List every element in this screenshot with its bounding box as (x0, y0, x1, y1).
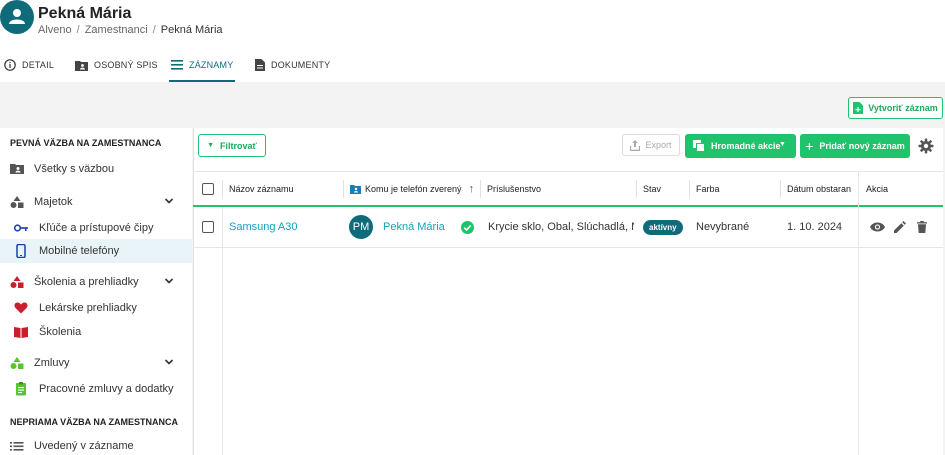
tab-bar: DETAIL OSOBNÝ SPIS ZÁZNAMY DOKUMENTY (0, 48, 945, 82)
breadcrumb-employees[interactable]: Zamestnanci (85, 24, 148, 36)
page-header: Pekná Mária Alveno / Zamestnanci / Pekná Már… (0, 0, 945, 48)
person-icon (9, 9, 25, 24)
column-header-assignee[interactable]: Komu je telefón zverený ↑ (350, 172, 474, 206)
export-icon (630, 139, 641, 151)
status-badge: aktívny (643, 219, 683, 235)
shapes-icon (10, 276, 24, 288)
bulk-actions-button[interactable]: Hromadné akcie ▼ (685, 134, 796, 158)
tab-documents[interactable]: DOKUMENTY (255, 48, 330, 82)
page-title: Pekná Mária (38, 5, 132, 22)
status-cell: aktívny (643, 207, 683, 247)
folder-person-icon (350, 185, 361, 194)
phone-icon (16, 244, 26, 258)
info-icon (4, 59, 16, 71)
sidebar-section-indirect: NEPRIAMA VÄZBA NA ZAMESTNANCA (10, 417, 178, 427)
add-document-icon (853, 102, 864, 114)
column-header-color[interactable]: Farba (696, 172, 720, 206)
list-icon (171, 60, 183, 70)
sidebar-item-trainings-inspections[interactable]: Školenia a prehliadky (0, 270, 192, 294)
folder-person-icon (75, 60, 88, 71)
book-icon (14, 327, 28, 338)
create-record-button[interactable]: Vytvoriť záznam (848, 97, 943, 119)
column-header-accessories[interactable]: Príslušenstvo (487, 172, 541, 206)
list-icon (10, 442, 24, 451)
record-name-link[interactable]: Samsung A30 (229, 207, 298, 247)
actions-cell (870, 207, 927, 247)
tab-detail[interactable]: DETAIL (4, 48, 54, 82)
chevron-down-icon[interactable] (164, 196, 174, 206)
export-button[interactable]: Export (622, 134, 680, 156)
add-record-button[interactable]: + Pridať nový záznam (800, 134, 910, 158)
copy-icon (693, 140, 705, 152)
sidebar: PEVNÁ VÄZBA NA ZAMESTNANCA Všetky s väzb… (0, 128, 192, 455)
table-row[interactable]: Samsung A30 PM Pekná Mária Krycie sklo, … (193, 207, 943, 248)
caret-down-icon: ▼ (207, 142, 215, 149)
edit-icon[interactable] (894, 221, 906, 233)
shapes-icon (10, 357, 24, 369)
sidebar-item-property[interactable]: Majetok (0, 190, 192, 214)
sidebar-item-keys[interactable]: Kľúče a prístupové čipy (0, 216, 192, 240)
folder-person-icon (10, 164, 24, 174)
column-header-actions: Akcia (866, 184, 889, 194)
accessories-cell: Krycie sklo, Obal, Slúchadlá, Na... (488, 221, 634, 233)
eye-icon[interactable] (870, 222, 885, 232)
heart-icon (14, 302, 28, 314)
sidebar-section-direct: PEVNÁ VÄZBA NA ZAMESTNANCA (10, 138, 162, 148)
row-checkbox[interactable] (202, 207, 214, 247)
color-cell: Nevybrané (696, 221, 750, 233)
chevron-down-icon[interactable] (164, 276, 174, 286)
sidebar-item-mobile-phones[interactable]: Mobilné telefóny (0, 239, 192, 263)
column-header-purchase-date[interactable]: Dátum obstaran (787, 172, 851, 206)
delete-icon[interactable] (917, 221, 927, 233)
sidebar-item-employment-contracts[interactable]: Pracovné zmluvy a dodatky (0, 377, 192, 401)
gear-icon[interactable] (918, 138, 934, 154)
sidebar-item-contracts[interactable]: Zmluvy (0, 351, 192, 375)
sidebar-item-listed-in-record[interactable]: Uvedený v zázname (0, 434, 192, 455)
tab-personal-file[interactable]: OSOBNÝ SPIS (75, 48, 158, 82)
sidebar-item-trainings[interactable]: Školenia (0, 320, 192, 344)
assignee-link[interactable]: Pekná Mária (383, 207, 445, 247)
breadcrumb-current: Pekná Mária (160, 24, 223, 36)
select-all-checkbox[interactable] (202, 172, 214, 206)
key-icon (14, 224, 28, 232)
contract-icon (16, 382, 26, 396)
breadcrumb: Alveno / Zamestnanci / Pekná Mária (38, 24, 223, 36)
avatar (0, 0, 34, 34)
tab-records[interactable]: ZÁZNAMY (169, 48, 236, 82)
sort-ascending-icon[interactable]: ↑ (469, 183, 475, 195)
chevron-down-icon[interactable] (164, 357, 174, 367)
table-header: Názov záznamu Komu je telefón zverený ↑ … (193, 171, 943, 207)
plus-icon: + (805, 138, 814, 154)
sidebar-item-all-linked[interactable]: Všetky s väzbou (0, 157, 192, 181)
assignee-cell: PM (349, 207, 373, 247)
date-cell: 1. 10. 2024 (787, 221, 843, 233)
column-header-name[interactable]: Názov záznamu (229, 172, 294, 206)
column-header-status[interactable]: Stav (643, 172, 661, 206)
shapes-icon (10, 196, 24, 208)
verified-icon (461, 207, 474, 247)
avatar: PM (349, 215, 373, 239)
filter-button[interactable]: ▼ Filtrovať (198, 134, 266, 157)
document-icon (255, 59, 265, 71)
breadcrumb-alveno[interactable]: Alveno (38, 24, 72, 36)
sidebar-item-medical-checks[interactable]: Lekárske prehliadky (0, 296, 192, 320)
caret-down-icon: ▼ (779, 141, 786, 148)
